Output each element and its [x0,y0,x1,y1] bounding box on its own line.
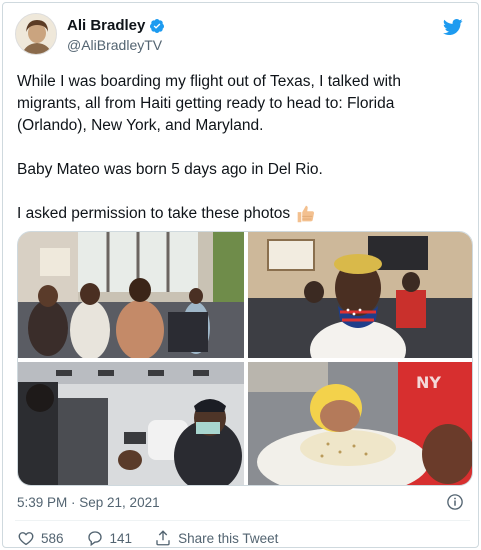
tweet-timestamp[interactable]: 5:39 PM · Sep 21, 2021 [17,495,160,510]
reply-button[interactable]: 141 [86,529,133,547]
tweet-card: Ali Bradley @AliBradleyTV While I was bo… [2,2,479,548]
tweet-text: While I was boarding my flight out of Te… [17,71,467,247]
reply-bubble-icon [87,531,102,547]
reply-count: 141 [109,530,133,546]
airport-gate-migrants-photo[interactable] [18,232,244,358]
divider [15,520,470,521]
tweet-media-grid: NY [17,231,473,486]
tweet-header: Ali Bradley @AliBradleyTV [15,13,470,61]
tweet-actions: 586 141 Share this Tweet [17,529,300,547]
airplane-cabin-photo[interactable] [18,362,244,485]
author-display-name[interactable]: Ali Bradley [67,17,145,34]
share-upload-icon [156,530,170,546]
man-in-flag-mask-photo[interactable] [248,232,472,358]
thumbs-up-icon [297,205,315,223]
avatar[interactable] [15,13,57,55]
author-handle[interactable]: @AliBradleyTV [67,37,162,53]
like-count: 586 [41,530,64,546]
tweet-paragraph: While I was boarding my flight out of Te… [17,73,401,134]
info-icon[interactable] [446,493,464,511]
tweet-paragraph: Baby Mateo was born 5 days ago in Del Ri… [17,161,323,178]
like-button[interactable]: 586 [17,529,64,547]
twitter-bird-icon[interactable] [442,17,464,37]
svg-text:NY: NY [416,373,441,392]
verified-badge-icon [150,18,165,33]
tweet-last-line: I asked permission to take these photos [17,203,467,225]
newborn-baby-photo[interactable]: NY [248,362,472,485]
share-button[interactable]: Share this Tweet [154,529,278,547]
share-label: Share this Tweet [178,530,279,546]
tweet-paragraph: I asked permission to take these photos [17,205,291,222]
heart-icon [18,532,34,546]
